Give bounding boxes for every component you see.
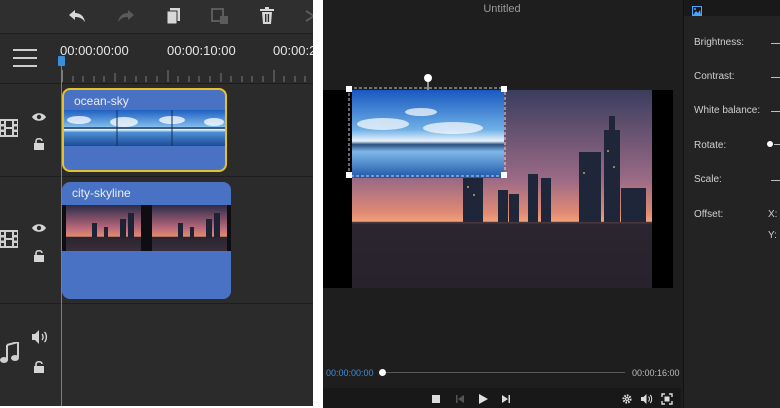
clip-thumbnails [64,110,225,146]
stop-icon[interactable] [430,392,442,404]
properties-panel: Brightness: Contrast: White balance: Rot… [683,0,780,408]
properties-header [684,0,780,16]
next-frame-icon[interactable] [500,392,512,404]
scrub-handle[interactable] [379,369,386,376]
offset-y-label: Y: [768,230,777,241]
white-balance-label: White balance: [694,105,761,116]
track-header-video-1 [0,84,60,176]
play-icon[interactable] [477,392,489,404]
clip-label: ocean-sky [74,94,129,108]
offset-x-label: X: [768,209,778,220]
film-icon [0,229,20,254]
preview-panel: Untitled 00:00:00:00 00:00:16:00 Brightn… [323,0,780,408]
scale-slider[interactable] [771,180,780,181]
scrub-track[interactable] [382,372,625,373]
fullscreen-icon[interactable] [661,392,673,405]
brightness-slider[interactable] [771,43,780,44]
film-icon [0,118,20,143]
clip-label: city-skyline [72,186,131,200]
rotate-knob[interactable] [767,141,773,147]
more-icon[interactable] [300,6,313,26]
split-icon[interactable] [209,6,231,26]
total-time: 00:00:16:00 [632,368,680,378]
contrast-label: Contrast: [694,71,735,82]
music-note-icon [0,340,20,369]
previous-frame-icon[interactable] [454,392,466,404]
timeline-panel: 00:00:00:00 00:00:10:00 00:00:2 ocean-sk… [0,0,313,406]
image-icon[interactable] [692,3,702,21]
track-header-audio [0,304,60,406]
clip-ocean-sky[interactable]: ocean-sky [62,88,227,172]
track-header-video-2 [0,177,60,303]
clip-thumbnails [62,205,231,251]
settings-gear-icon[interactable] [621,392,633,404]
scrub-bar[interactable]: 00:00:00:00 00:00:16:00 [323,364,681,382]
scale-label: Scale: [694,174,722,185]
playhead[interactable] [61,58,62,406]
timecode-20s: 00:00:2 [273,43,313,58]
playhead-handle[interactable] [58,56,65,66]
ruler-ticks [62,70,306,82]
timecode-start: 00:00:00:00 [60,43,129,58]
edit-toolbar [0,0,313,33]
eye-icon[interactable] [32,220,46,238]
copy-icon[interactable] [163,6,185,26]
rotate-label: Rotate: [694,140,727,151]
contrast-slider[interactable] [771,77,780,78]
playback-controls [323,388,681,408]
lock-icon[interactable] [33,360,45,378]
delete-icon[interactable] [256,6,278,26]
speaker-icon[interactable] [32,330,48,349]
rotate-slider[interactable] [774,144,780,145]
current-time: 00:00:00:00 [326,368,374,378]
white-balance-slider[interactable] [771,111,780,112]
eye-icon[interactable] [32,109,46,127]
project-title: Untitled [483,3,521,15]
offset-label: Offset: [694,209,724,220]
timecode-10s: 00:00:10:00 [167,43,236,58]
volume-icon[interactable] [641,392,653,404]
clip-city-skyline[interactable]: city-skyline [62,182,231,299]
undo-icon[interactable] [66,6,88,26]
selection-handles[interactable] [323,70,681,190]
brightness-label: Brightness: [694,37,745,48]
menu-icon[interactable] [13,49,37,67]
lock-icon[interactable] [33,249,45,267]
lock-icon[interactable] [33,137,45,155]
editor-window: 00:00:00:00 00:00:10:00 00:00:2 ocean-sk… [0,0,780,408]
redo-icon[interactable] [115,6,137,26]
timeline-ruler[interactable]: 00:00:00:00 00:00:10:00 00:00:2 [0,33,313,83]
